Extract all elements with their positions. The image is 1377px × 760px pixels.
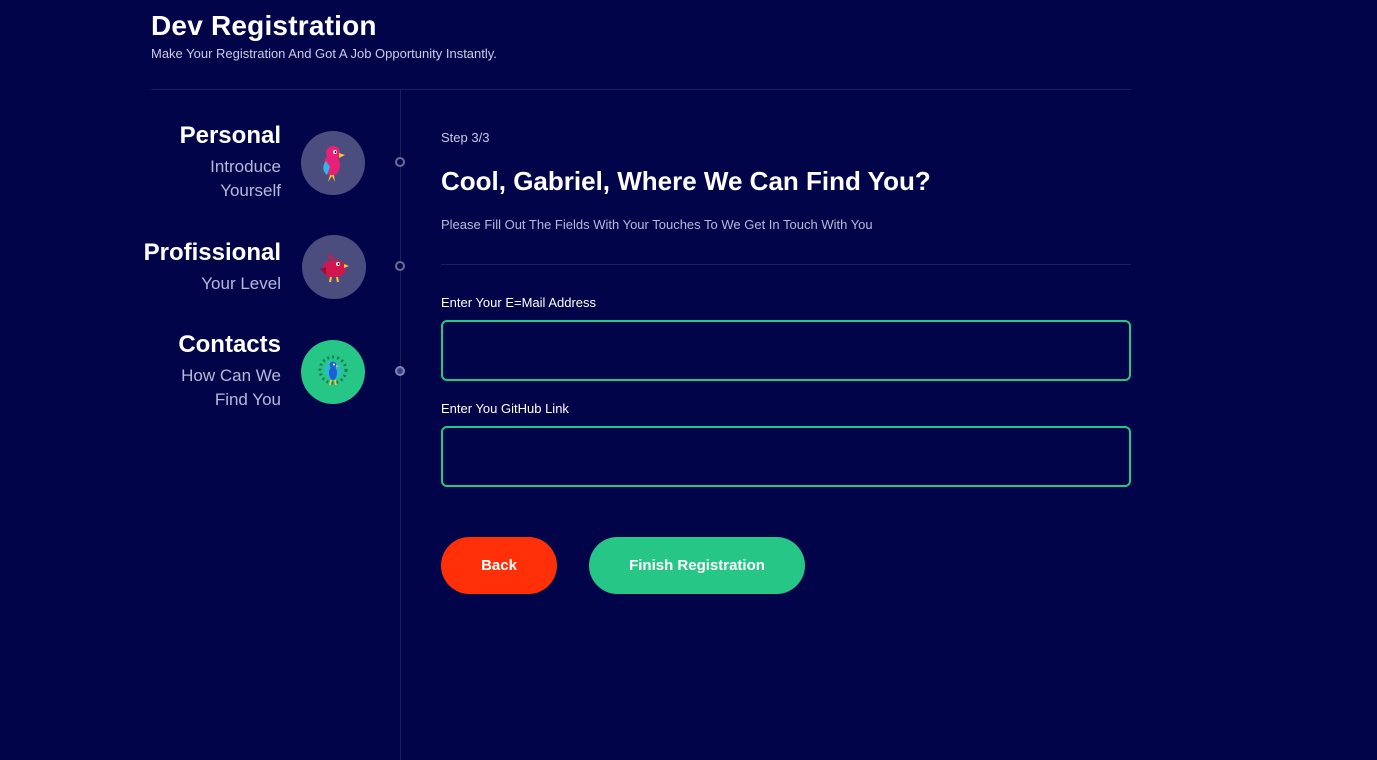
page-header: Dev Registration Make Your Registration … xyxy=(151,8,497,61)
step-description-line: How Can We xyxy=(181,366,281,385)
step-title: Contacts xyxy=(178,331,281,358)
page-title: Dev Registration xyxy=(151,10,377,41)
bird-icon xyxy=(302,235,366,299)
step-description-line: Find You xyxy=(214,390,281,409)
form-heading: Cool, Gabriel, Where We Can Find You? xyxy=(441,166,931,196)
step-description: Introduce Yourself xyxy=(180,155,281,203)
step-title: Personal xyxy=(179,122,281,149)
form-hint: Please Fill Out The Fields With Your Tou… xyxy=(441,217,873,232)
step-profissional[interactable]: Profissional Your Level xyxy=(144,238,281,296)
form-divider xyxy=(441,264,1131,265)
sidebar-divider xyxy=(400,90,401,760)
step-counter: Step 3/3 xyxy=(441,130,490,145)
contact-form: Step 3/3 Cool, Gabriel, Where We Can Fin… xyxy=(441,130,1131,594)
registration-page: Dev Registration Make Your Registration … xyxy=(0,0,1377,760)
github-label: Enter You GitHub Link xyxy=(441,401,569,416)
header-divider xyxy=(151,89,1131,90)
step-description-line: Your Level xyxy=(201,274,281,293)
step-description: Your Level xyxy=(144,272,281,296)
step-contacts[interactable]: Contacts How Can We Find You xyxy=(178,330,281,412)
back-button[interactable]: Back xyxy=(441,537,557,594)
step-description: How Can We Find You xyxy=(178,364,281,412)
peacock-icon xyxy=(301,340,365,404)
finish-registration-button[interactable]: Finish Registration xyxy=(589,537,805,594)
step-description-line: Introduce xyxy=(210,157,281,176)
step-description-line: Yourself xyxy=(220,181,281,200)
timeline-dot-active xyxy=(395,366,405,376)
github-field[interactable] xyxy=(441,426,1131,487)
timeline-dot xyxy=(395,157,405,167)
page-subtitle: Make Your Registration And Got A Job Opp… xyxy=(151,46,497,61)
parrot-icon xyxy=(301,131,365,195)
timeline-dot xyxy=(395,261,405,271)
form-actions: Back Finish Registration xyxy=(441,537,1131,594)
step-title: Profissional xyxy=(143,239,281,266)
email-label: Enter Your E=Mail Address xyxy=(441,295,597,310)
email-field[interactable] xyxy=(441,320,1131,381)
step-personal[interactable]: Personal Introduce Yourself xyxy=(180,121,281,203)
